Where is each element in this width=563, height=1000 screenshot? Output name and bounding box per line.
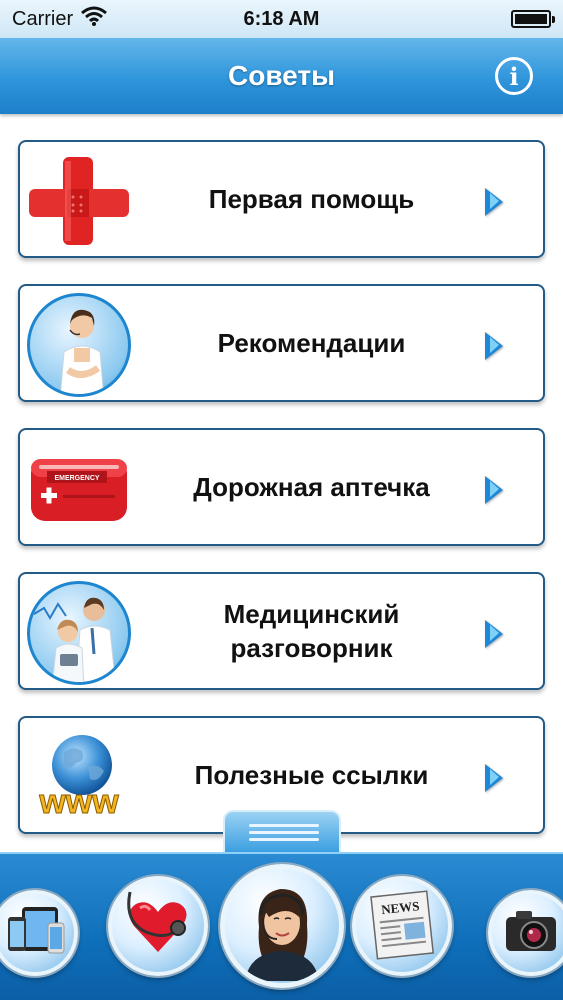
list-item-first-aid[interactable]: Первая помощь bbox=[18, 140, 545, 258]
handle-line bbox=[249, 838, 319, 841]
handle-line bbox=[249, 824, 319, 827]
stethoscope-heart-icon bbox=[116, 882, 200, 971]
list-item-label: Дорожная аптечка bbox=[193, 472, 430, 502]
chevron-highlight bbox=[490, 193, 499, 209]
battery-icon bbox=[511, 10, 555, 28]
list-item-label: Медицинский разговорник bbox=[223, 599, 400, 663]
info-button[interactable]: i bbox=[495, 57, 533, 95]
page-title: Советы bbox=[228, 60, 335, 91]
svg-text:www: www bbox=[38, 783, 119, 821]
drawer-handle[interactable] bbox=[223, 810, 341, 852]
bandage-cross-icon bbox=[24, 148, 134, 253]
list-item-travel-kit[interactable]: EMERGENCY Дорожная аптечка bbox=[18, 428, 545, 546]
news-icon: NEWS bbox=[362, 884, 442, 969]
list-item-recommendations[interactable]: Рекомендации bbox=[18, 284, 545, 402]
handle-line bbox=[249, 831, 319, 834]
svg-text:EMERGENCY: EMERGENCY bbox=[54, 475, 99, 482]
dock-camera-button[interactable] bbox=[488, 890, 563, 976]
first-aid-kit-icon: EMERGENCY bbox=[24, 436, 134, 541]
chevron-highlight bbox=[490, 769, 499, 785]
nav-bar: Советы i bbox=[0, 38, 563, 114]
devices-icon bbox=[0, 901, 70, 966]
globe-www-icon: www bbox=[24, 724, 134, 829]
carrier-label: Carrier bbox=[12, 7, 74, 30]
dock-advice-button[interactable] bbox=[220, 864, 344, 988]
chevron-highlight bbox=[490, 625, 499, 641]
status-bar: Carrier 6:18 AM bbox=[0, 0, 563, 38]
list-item-label: Полезные ссылки bbox=[194, 760, 429, 790]
list-item-label: Рекомендации bbox=[217, 328, 406, 358]
chevron-highlight bbox=[490, 337, 499, 353]
dock-devices-button[interactable] bbox=[0, 890, 78, 976]
doctors-photo bbox=[24, 580, 134, 685]
info-icon: i bbox=[509, 61, 519, 91]
dock-news-button[interactable]: NEWS bbox=[352, 876, 452, 976]
operator-woman-photo bbox=[24, 292, 134, 397]
operator-icon bbox=[225, 869, 339, 983]
camera-icon bbox=[496, 901, 563, 966]
status-left: Carrier bbox=[12, 6, 108, 32]
dock-health-button[interactable] bbox=[108, 876, 208, 976]
wifi-icon bbox=[81, 6, 108, 32]
chevron-highlight bbox=[490, 481, 499, 497]
list-item-label: Первая помощь bbox=[208, 184, 415, 214]
list-item-phrasebook[interactable]: Медицинский разговорник bbox=[18, 572, 545, 690]
bottom-dock: NEWS bbox=[0, 852, 563, 1000]
